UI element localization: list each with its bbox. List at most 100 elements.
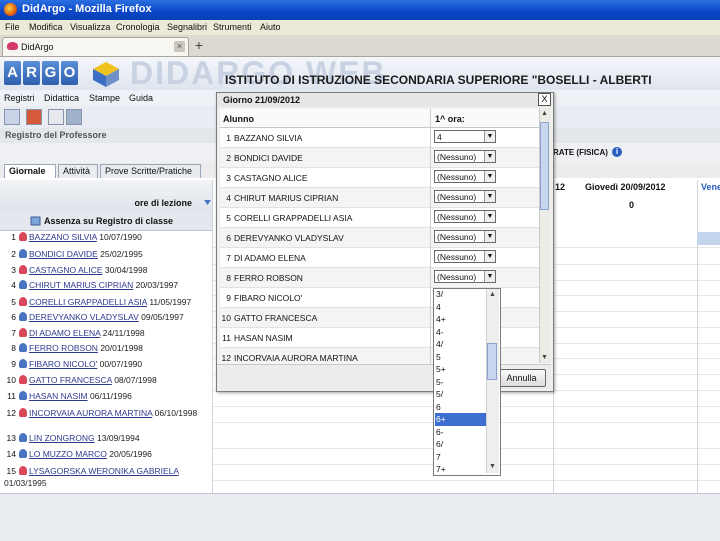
tab-favicon-icon bbox=[7, 42, 18, 50]
browser-tab-didargo[interactable]: DidArgo × bbox=[2, 37, 189, 56]
cancel-button[interactable]: Annulla bbox=[497, 369, 546, 387]
dialog-row-number: 6 bbox=[226, 233, 231, 243]
student-row[interactable]: 15 LYSAGORSKA WERONIKA GABRIELA 01/03/199… bbox=[4, 465, 209, 489]
student-row[interactable]: 7 DI ADAMO ELENA 24/11/1998 bbox=[4, 328, 212, 338]
dropdown-option[interactable]: 4- bbox=[435, 326, 486, 339]
dropdown-scrollbar[interactable] bbox=[486, 289, 499, 473]
chevron-down-icon[interactable]: ▼ bbox=[484, 191, 495, 202]
scroll-down-icon[interactable]: ▼ bbox=[540, 353, 549, 362]
menu-cronologia[interactable]: Cronologia bbox=[116, 22, 160, 32]
dropdown-option[interactable]: 6+ bbox=[435, 413, 486, 426]
chevron-down-icon[interactable]: ▼ bbox=[484, 211, 495, 222]
student-row[interactable]: 1 BAZZANO SILVIA 10/07/1990 bbox=[4, 232, 212, 242]
dropdown-option[interactable]: 6 bbox=[435, 401, 486, 414]
new-tab-button[interactable]: + bbox=[191, 37, 207, 53]
student-row[interactable]: 5 CORELLI GRAPPADELLI ASIA 11/05/1997 bbox=[4, 296, 209, 308]
hour-select[interactable]: (Nessuno) ▼ bbox=[434, 170, 496, 183]
tab-giornale[interactable]: Giornale bbox=[4, 164, 56, 178]
hour-select[interactable]: (Nessuno) ▼ bbox=[434, 270, 496, 283]
student-name[interactable]: BONDICI DAVIDE bbox=[29, 249, 98, 259]
student-name[interactable]: GATTO FRANCESCA bbox=[29, 375, 112, 385]
hour-select[interactable]: (Nessuno) ▼ bbox=[434, 210, 496, 223]
menu-visualizza[interactable]: Visualizza bbox=[70, 22, 110, 32]
student-row[interactable]: 14 LO MUZZO MARCO 20/05/1996 bbox=[4, 449, 212, 459]
dropdown-option[interactable]: 4+ bbox=[435, 313, 486, 326]
student-name[interactable]: INCORVAIA AURORA MARTINA bbox=[29, 408, 152, 418]
agenda-book-icon[interactable] bbox=[26, 109, 42, 125]
student-name[interactable]: BAZZANO SILVIA bbox=[29, 232, 97, 242]
student-name[interactable]: CASTAGNO ALICE bbox=[29, 265, 103, 275]
selected-cell[interactable] bbox=[697, 232, 720, 245]
student-row[interactable]: 13 LIN ZONGRONG 13/09/1994 bbox=[4, 433, 212, 443]
student-name[interactable]: DI ADAMO ELENA bbox=[29, 328, 100, 338]
dropdown-option[interactable]: 5+ bbox=[435, 363, 486, 376]
dropdown-scroll-down-icon[interactable]: ▼ bbox=[488, 462, 497, 471]
hour-select[interactable]: (Nessuno) ▼ bbox=[434, 230, 496, 243]
hour-select[interactable]: (Nessuno) ▼ bbox=[434, 250, 496, 263]
dialog-close-button[interactable]: X bbox=[538, 93, 551, 106]
dropdown-option[interactable]: 5- bbox=[435, 376, 486, 389]
hour-select[interactable]: (Nessuno) ▼ bbox=[434, 190, 496, 203]
dropdown-option[interactable]: 3/ bbox=[435, 288, 486, 301]
student-birthdate: 00/07/1990 bbox=[99, 359, 143, 369]
dropdown-option[interactable]: 5/ bbox=[435, 388, 486, 401]
student-row[interactable]: 11 HASAN NASIM 06/11/1996 bbox=[4, 391, 212, 401]
student-name[interactable]: CHIRUT MARIUS CIPRIAN bbox=[29, 280, 133, 290]
student-row[interactable]: 12 INCORVAIA AURORA MARTINA 06/10/1998 bbox=[4, 407, 209, 419]
dropdown-option[interactable]: 5 bbox=[435, 351, 486, 364]
menu-modifica[interactable]: Modifica bbox=[29, 22, 63, 32]
student-name[interactable]: LO MUZZO MARCO bbox=[29, 449, 107, 459]
student-name[interactable]: CORELLI GRAPPADELLI ASIA bbox=[29, 297, 147, 307]
dialog-row-name: GATTO FRANCESCA bbox=[234, 313, 318, 323]
student-row[interactable]: 9 FIBARO NICOLO' 00/07/1990 bbox=[4, 359, 212, 369]
registro-book-icon[interactable] bbox=[4, 109, 20, 125]
menu-aiuto[interactable]: Aiuto bbox=[260, 22, 281, 32]
dialog-row-name: DI ADAMO ELENA bbox=[234, 253, 306, 263]
dropdown-option[interactable]: 4/ bbox=[435, 338, 486, 351]
scroll-up-icon[interactable]: ▲ bbox=[540, 109, 549, 118]
tab-prove-scritte[interactable]: Prove Scritte/Pratiche bbox=[100, 164, 201, 178]
student-row[interactable]: 8 FERRO ROBSON 20/01/1998 bbox=[4, 343, 212, 353]
menu-file[interactable]: File bbox=[5, 22, 20, 32]
dropdown-option[interactable]: 7+ bbox=[435, 463, 486, 476]
tab-attivita[interactable]: Attività bbox=[58, 164, 98, 178]
student-row[interactable]: 10 GATTO FRANCESCA 08/07/1998 bbox=[4, 375, 212, 385]
dialog-scroll-thumb[interactable] bbox=[540, 122, 549, 210]
app-menu-didattica[interactable]: Didattica bbox=[44, 93, 79, 103]
student-name[interactable]: LYSAGORSKA WERONIKA GABRIELA bbox=[29, 466, 179, 476]
dropdown-option[interactable]: 7 bbox=[435, 451, 486, 464]
dropdown-scroll-thumb[interactable] bbox=[487, 343, 497, 380]
student-name[interactable]: LIN ZONGRONG bbox=[29, 433, 95, 443]
dropdown-option[interactable]: 4 bbox=[435, 301, 486, 314]
chevron-down-icon[interactable]: ▼ bbox=[484, 131, 495, 142]
student-row[interactable]: 4 CHIRUT MARIUS CIPRIAN 20/03/1997 bbox=[4, 280, 212, 290]
info-icon[interactable]: i bbox=[612, 147, 622, 157]
menu-strumenti[interactable]: Strumenti bbox=[213, 22, 252, 32]
chevron-down-icon[interactable]: ▼ bbox=[484, 151, 495, 162]
chevron-down-icon[interactable]: ▼ bbox=[484, 231, 495, 242]
expand-arrow-icon[interactable] bbox=[203, 198, 212, 207]
app-menu-guida[interactable]: Guida bbox=[129, 93, 153, 103]
student-name[interactable]: DEREVYANKO VLADYSLAV bbox=[29, 312, 139, 322]
dropdown-scroll-up-icon[interactable]: ▲ bbox=[488, 290, 497, 299]
monitor-icon[interactable] bbox=[66, 109, 82, 125]
student-row[interactable]: 2 BONDICI DAVIDE 25/02/1995 bbox=[4, 249, 212, 259]
app-menu-stampe[interactable]: Stampe bbox=[89, 93, 120, 103]
dropdown-option[interactable]: 6- bbox=[435, 426, 486, 439]
chevron-down-icon[interactable]: ▼ bbox=[484, 271, 495, 282]
student-row[interactable]: 6 DEREVYANKO VLADYSLAV 09/05/1997 bbox=[4, 312, 212, 322]
hour-select[interactable]: (Nessuno) ▼ bbox=[434, 150, 496, 163]
chevron-down-icon[interactable]: ▼ bbox=[484, 251, 495, 262]
student-row[interactable]: 3 CASTAGNO ALICE 30/04/1998 bbox=[4, 265, 212, 275]
menu-segnalibri[interactable]: Segnalibri bbox=[167, 22, 207, 32]
hour-select[interactable]: 4 ▼ bbox=[434, 130, 496, 143]
student-number: 8 bbox=[11, 343, 16, 353]
student-name[interactable]: FIBARO NICOLO' bbox=[29, 359, 97, 369]
tab-close-icon[interactable]: × bbox=[174, 41, 185, 52]
app-menu-registri[interactable]: Registri bbox=[4, 93, 35, 103]
student-name[interactable]: FERRO ROBSON bbox=[29, 343, 98, 353]
document-icon[interactable] bbox=[48, 109, 64, 125]
student-name[interactable]: HASAN NASIM bbox=[29, 391, 88, 401]
chevron-down-icon[interactable]: ▼ bbox=[484, 171, 495, 182]
dropdown-option[interactable]: 6/ bbox=[435, 438, 486, 451]
